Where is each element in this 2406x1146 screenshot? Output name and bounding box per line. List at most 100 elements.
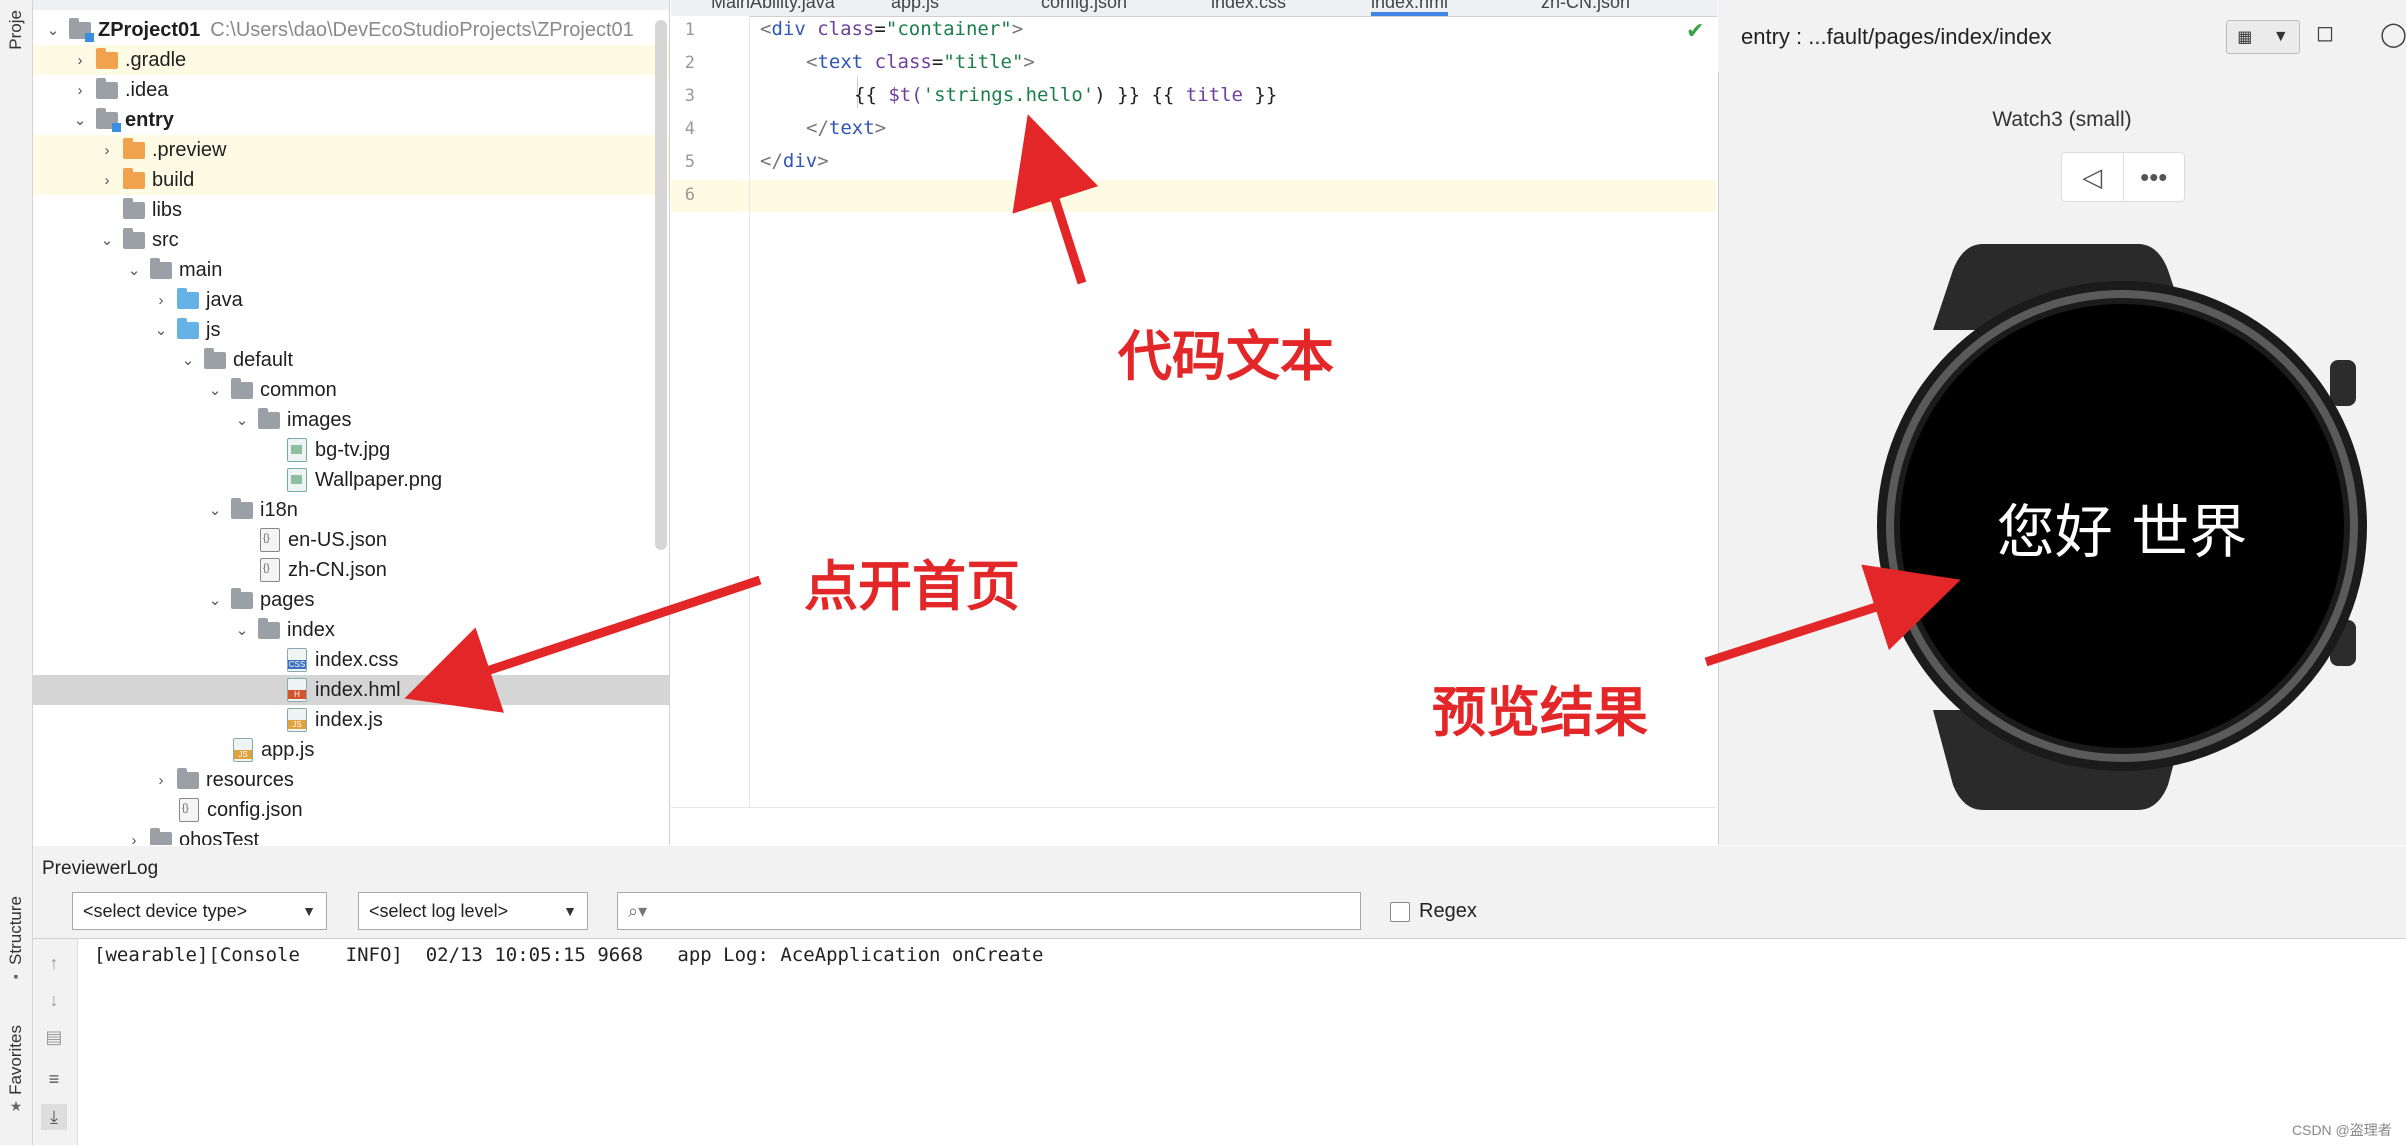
tree-item[interactable]: ⌄ src — [33, 225, 669, 255]
chevron-icon[interactable]: › — [70, 82, 90, 99]
file-icon — [287, 648, 307, 672]
favorites-tool-tab[interactable]: Favorites ★ — [2, 1000, 30, 1140]
tree-item[interactable]: ⌄ index — [33, 615, 669, 645]
scroll-to-end-icon[interactable]: ⤓ — [41, 1104, 67, 1130]
tree-item[interactable]: Wallpaper.png — [33, 465, 669, 495]
file-icon — [287, 708, 307, 732]
chevron-icon[interactable]: ⌄ — [151, 321, 171, 339]
tree-item-label: index.hml — [315, 678, 401, 701]
file-icon — [260, 558, 280, 582]
tree-item[interactable]: ⌄ default — [33, 345, 669, 375]
regex-checkbox[interactable] — [1390, 902, 1410, 922]
code-line-3[interactable]: {{ $t('strings.hello') }} {{ title }} — [854, 84, 1277, 106]
watch-screen-text: 您好 世界 — [1996, 498, 2248, 566]
line-number: 1 — [684, 20, 695, 40]
rotate-icon[interactable]: ◻ — [2314, 22, 2336, 44]
tree-item[interactable]: zh-CN.json — [33, 555, 669, 585]
tree-item-label: build — [152, 168, 195, 191]
chevron-icon[interactable]: ⌄ — [124, 261, 144, 279]
log-level-select[interactable]: <select log level> ▼ — [358, 892, 588, 930]
more-options-icon[interactable]: ••• — [2124, 153, 2185, 201]
search-icon: ⌕▾ — [628, 900, 648, 921]
editor-tab[interactable]: zh-CN.json — [1541, 0, 1630, 12]
editor-tab[interactable]: MainAbility.java — [711, 0, 835, 12]
tree-item[interactable]: index.hml — [33, 675, 669, 705]
tree-item[interactable]: en-US.json — [33, 525, 669, 555]
tree-item[interactable]: ⌄ images — [33, 405, 669, 435]
code-line-5[interactable]: </div> — [760, 150, 829, 172]
tree-item[interactable]: › .idea — [33, 75, 669, 105]
project-tool-tab[interactable]: Proje — [2, 0, 30, 60]
line-number: 2 — [684, 53, 695, 73]
zoom-icon[interactable]: ◯ — [2380, 20, 2406, 49]
tree-item[interactable]: ⌄ js — [33, 315, 669, 345]
tree-item[interactable]: › resources — [33, 765, 669, 795]
chevron-icon[interactable]: › — [70, 52, 90, 69]
tree-item[interactable]: config.json — [33, 795, 669, 825]
log-search-input[interactable]: ⌕▾ — [617, 892, 1361, 930]
tree-item[interactable]: bg-tv.jpg — [33, 435, 669, 465]
tree-item[interactable]: ⌄ i18n — [33, 495, 669, 525]
code-line-4[interactable]: </text> — [806, 117, 886, 139]
tree-item[interactable]: app.js — [33, 735, 669, 765]
tree-item[interactable]: ⌄ pages — [33, 585, 669, 615]
chevron-icon[interactable]: ⌄ — [205, 381, 225, 399]
editor-tab[interactable]: index.hml — [1371, 0, 1449, 16]
project-tool-tab-label: Proje — [6, 10, 25, 50]
editor-tab[interactable]: app.js — [891, 0, 939, 12]
check-icon[interactable]: ✔ — [1686, 18, 1704, 44]
soft-wrap-icon[interactable]: ≡ — [41, 1066, 67, 1092]
scroll-down-icon[interactable]: ↓ — [41, 987, 67, 1013]
folder-icon — [258, 617, 280, 639]
tree-item[interactable]: › .preview — [33, 135, 669, 165]
chevron-icon[interactable]: ⌄ — [43, 21, 63, 39]
chevron-icon[interactable]: ⌄ — [232, 621, 252, 639]
tree-item[interactable]: › ohosTest — [33, 825, 669, 845]
clear-log-icon[interactable]: ▤ — [41, 1024, 67, 1050]
chevron-icon[interactable]: › — [97, 172, 117, 189]
chevron-icon[interactable]: ⌄ — [205, 591, 225, 609]
chevron-icon[interactable]: ⌄ — [205, 501, 225, 519]
project-tree-scrollbar[interactable] — [655, 20, 667, 550]
favorites-tool-tab-label: Favorites — [6, 1024, 25, 1095]
log-header — [33, 846, 2406, 889]
code-line-2[interactable]: <text class="title"> — [806, 51, 1035, 73]
chevron-icon[interactable]: › — [151, 292, 171, 309]
tree-item[interactable]: index.css — [33, 645, 669, 675]
tree-item-label: images — [287, 408, 352, 431]
scroll-up-icon[interactable]: ↑ — [41, 950, 67, 976]
annotation-open-home: 点开首页 — [804, 555, 1020, 618]
tree-item[interactable]: › build — [33, 165, 669, 195]
chevron-icon[interactable]: ⌄ — [232, 411, 252, 429]
folder-icon — [123, 197, 145, 219]
tree-item-label: i18n — [260, 498, 298, 521]
back-icon[interactable]: ◁ — [2062, 153, 2124, 201]
tree-item[interactable]: ⌄ common — [33, 375, 669, 405]
tree-item[interactable]: ⌄ main — [33, 255, 669, 285]
chevron-icon[interactable]: › — [97, 142, 117, 159]
device-type-value: <select device type> — [83, 900, 248, 921]
chevron-icon[interactable]: › — [124, 832, 144, 846]
project-panel: ⌄ ZProject01 C:\Users\dao\DevEcoStudioProj… — [33, 0, 670, 845]
tree-item[interactable]: index.js — [33, 705, 669, 735]
tree-item[interactable]: libs — [33, 195, 669, 225]
tree-item[interactable]: ⌄ ZProject01 C:\Users\dao\DevEcoStudioProj… — [33, 15, 669, 45]
tree-item[interactable]: ⌄ entry — [33, 105, 669, 135]
chevron-icon[interactable]: ⌄ — [97, 231, 117, 249]
structure-icon: ▪ — [13, 968, 19, 985]
layout-dropdown[interactable]: ▦ ▼ — [2226, 20, 2300, 54]
folder-icon — [231, 587, 253, 609]
chevron-icon[interactable]: ⌄ — [178, 351, 198, 369]
tree-item-label: resources — [206, 768, 294, 791]
folder-icon — [96, 107, 121, 132]
tree-item[interactable]: › .gradle — [33, 45, 669, 75]
code-line-1[interactable]: <div class="container"> — [760, 18, 1023, 40]
tree-item-label: java — [206, 288, 243, 311]
editor-tab[interactable]: index.css — [1211, 0, 1286, 12]
tree-item[interactable]: › java — [33, 285, 669, 315]
structure-tool-tab[interactable]: Structure ▪ — [2, 880, 30, 1000]
editor-tab[interactable]: config.json — [1041, 0, 1127, 12]
device-type-select[interactable]: <select device type> ▼ — [72, 892, 327, 930]
chevron-icon[interactable]: › — [151, 772, 171, 789]
chevron-icon[interactable]: ⌄ — [70, 111, 90, 129]
